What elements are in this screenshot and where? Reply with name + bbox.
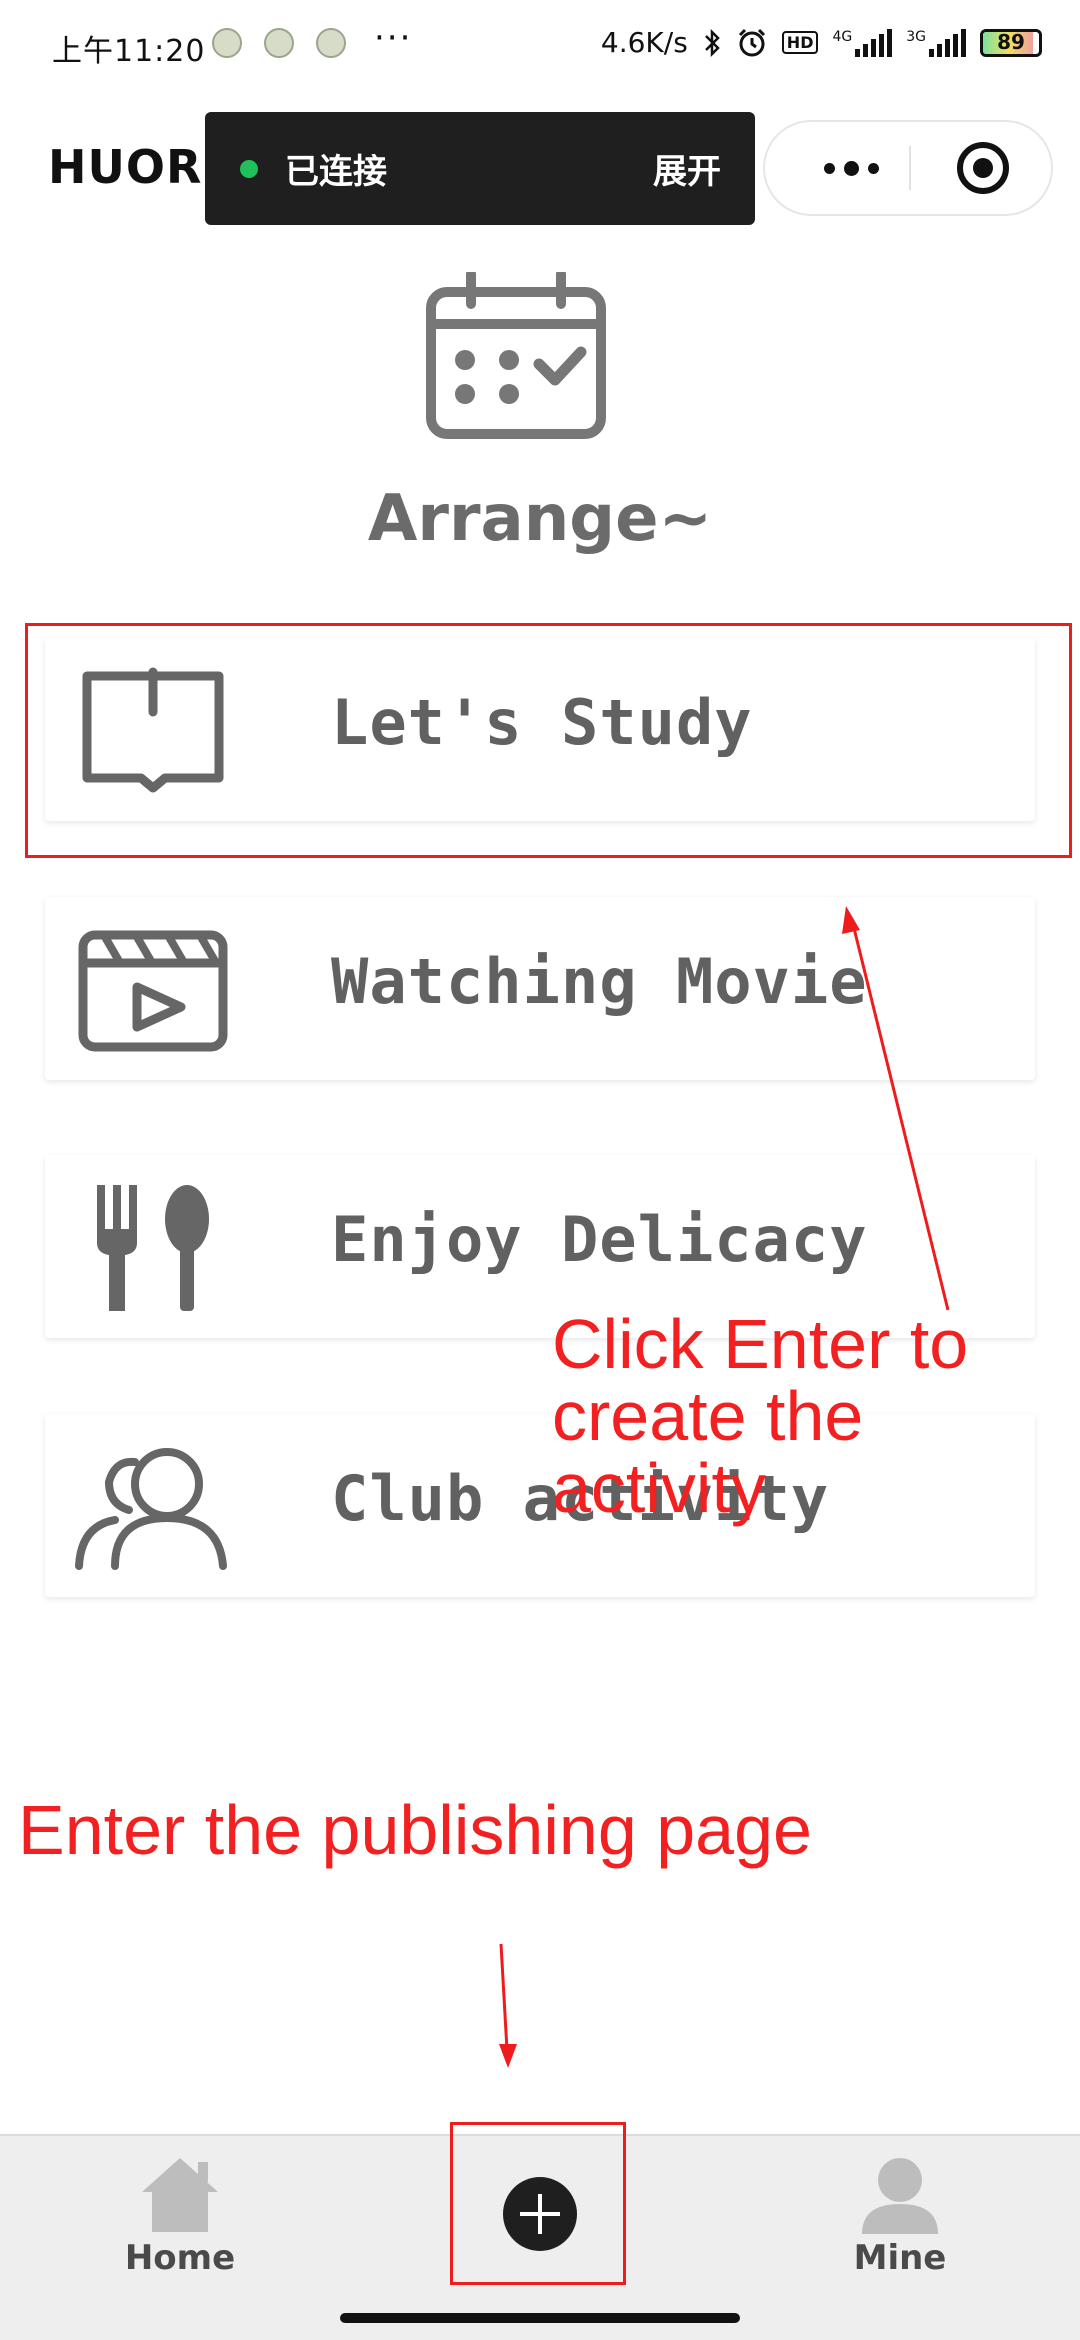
annotation-highlight-study <box>25 623 1072 858</box>
network-speed: 4.6K/s <box>600 26 688 59</box>
app-notification-icon <box>316 28 346 58</box>
more-options-icon[interactable] <box>795 122 907 214</box>
signal-4g-icon: 4G <box>832 28 893 57</box>
app-notification-icon <box>264 28 294 58</box>
alarm-icon <box>738 28 765 56</box>
tab-home-label: Home <box>124 2238 236 2278</box>
activity-card-movie[interactable]: Watching Movie <box>45 897 1035 1080</box>
page-title: Arrange~ <box>367 482 713 556</box>
hd-badge: HD <box>781 31 819 54</box>
bluetooth-icon <box>704 28 720 57</box>
fork-spoon-icon <box>97 1185 209 1311</box>
status-right: 4.6K/s HD 4G 3G 89 <box>601 26 1042 59</box>
notification-icons <box>212 28 346 58</box>
tab-mine-label: Mine <box>853 2238 947 2278</box>
close-miniprogram-icon[interactable] <box>957 142 1009 194</box>
expand-button[interactable]: 展开 <box>653 144 721 193</box>
annotation-publish-hint: Enter the publishing page <box>18 1791 812 1869</box>
network-type: 3G <box>906 28 926 45</box>
signal-3g-icon: 3G <box>906 28 966 57</box>
more-notifications: ··· <box>374 18 413 58</box>
app-notification-icon <box>212 28 242 58</box>
status-bar: 上午11:20 ··· 4.6K/s HD 4G 3G 89 <box>0 0 1080 96</box>
home-indicator[interactable] <box>340 2313 740 2323</box>
clapperboard-icon <box>78 930 228 1052</box>
connection-status-bar[interactable]: 已连接 展开 <box>205 112 755 225</box>
group-icon <box>75 1448 227 1570</box>
battery-icon: 89 <box>980 28 1042 57</box>
arrow-to-add-button <box>499 1943 517 2068</box>
home-icon <box>142 2158 218 2232</box>
annotation-create-hint: Click Enter to create the activity <box>552 1305 969 1527</box>
activity-label: Watching Movie <box>331 945 868 1018</box>
status-time: 上午11:20 <box>52 34 206 69</box>
calendar-check-icon <box>426 272 606 439</box>
activity-label: Enjoy Delicacy <box>331 1203 868 1276</box>
tab-home[interactable]: Home <box>80 2136 280 2306</box>
tab-mine[interactable]: Mine <box>800 2136 1000 2306</box>
app-title: HUOR <box>48 140 203 194</box>
user-icon <box>862 2158 938 2234</box>
connected-dot-icon <box>240 160 258 178</box>
connection-status-text: 已连接 <box>285 152 387 192</box>
battery-level: 89 <box>997 29 1025 54</box>
capsule-divider <box>909 146 911 190</box>
miniprogram-capsule <box>763 120 1053 216</box>
annotation-highlight-add <box>450 2122 626 2285</box>
network-type: 4G <box>832 28 853 45</box>
